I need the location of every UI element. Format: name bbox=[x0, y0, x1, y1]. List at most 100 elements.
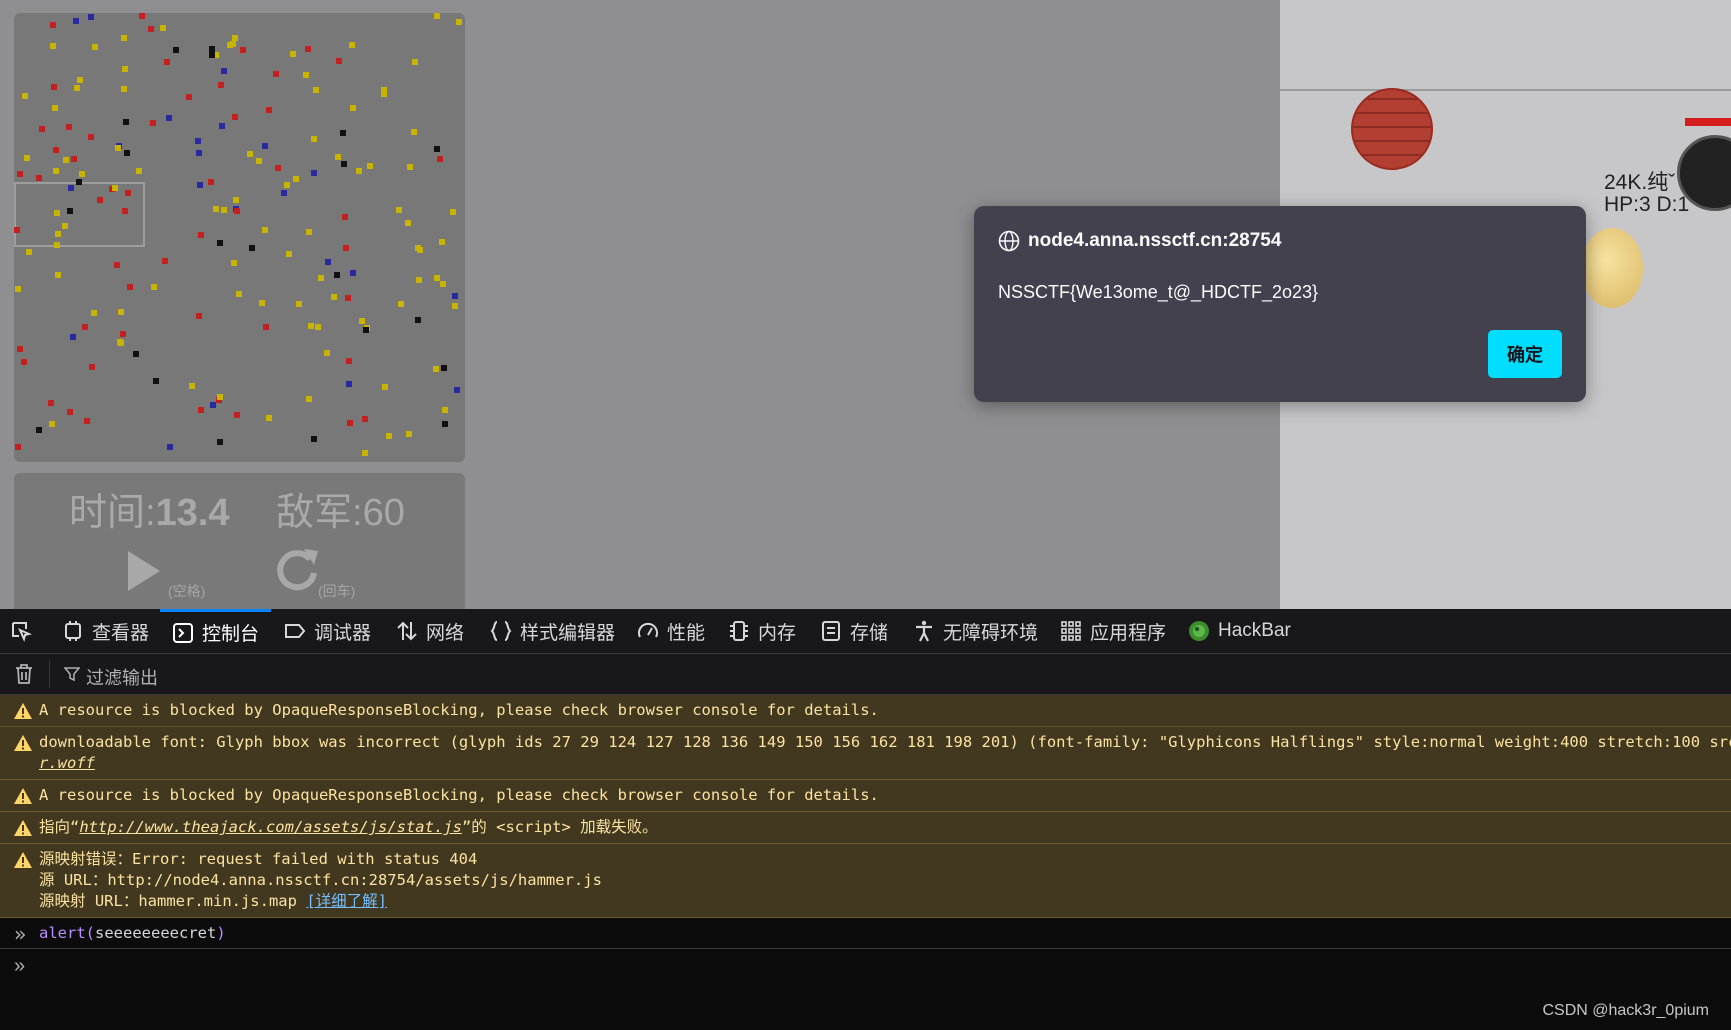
learn-more-link[interactable]: [详细了解] bbox=[306, 892, 387, 910]
minimap-dot bbox=[386, 433, 392, 439]
performance-icon bbox=[638, 622, 658, 638]
minimap-dot bbox=[84, 418, 90, 424]
minimap-dot bbox=[89, 364, 95, 370]
minimap-dot bbox=[417, 247, 423, 253]
ok-button[interactable]: 确定 bbox=[1488, 330, 1562, 378]
minimap-dot bbox=[266, 107, 272, 113]
console-prompt[interactable]: » bbox=[0, 949, 1731, 989]
minimap-dot bbox=[275, 165, 281, 171]
source-link[interactable]: r.woff bbox=[39, 754, 95, 772]
warning-text: A resource is blocked by OpaqueResponseB… bbox=[39, 701, 879, 719]
minimap-dot bbox=[349, 42, 355, 48]
minimap-dot bbox=[15, 444, 21, 450]
tab-network[interactable]: 网络 bbox=[396, 609, 464, 653]
play-button[interactable] bbox=[126, 549, 162, 598]
minimap-dot bbox=[217, 394, 223, 400]
minimap-dot bbox=[227, 42, 233, 48]
minimap-dot bbox=[284, 182, 290, 188]
minimap-dot bbox=[26, 249, 32, 255]
picker-icon bbox=[12, 622, 32, 642]
minimap-dot bbox=[15, 286, 21, 292]
minimap-dot bbox=[196, 150, 202, 156]
tab-debugger[interactable]: 调试器 bbox=[284, 609, 371, 653]
minimap-dot bbox=[234, 412, 240, 418]
restart-button[interactable] bbox=[274, 545, 320, 598]
minimap-dot bbox=[433, 366, 439, 372]
clear-console-button[interactable] bbox=[14, 663, 34, 690]
minimap-dot bbox=[325, 259, 331, 265]
dialog-message: NSSCTF{We13ome_t@_HDCTF_2o23} bbox=[998, 282, 1319, 302]
filter-input[interactable]: 过滤输出 bbox=[86, 664, 158, 690]
minimap-dot bbox=[318, 275, 324, 281]
minimap-dot bbox=[79, 171, 85, 177]
tab-application[interactable]: 应用程序 bbox=[1060, 609, 1166, 653]
time-label: 时间: bbox=[69, 492, 156, 534]
tab-storage[interactable]: 存储 bbox=[820, 609, 888, 653]
tab-style-editor-label: 样式编辑器 bbox=[520, 622, 616, 644]
minimap-dot bbox=[231, 260, 237, 266]
minimap-dot bbox=[412, 59, 418, 65]
tab-style-editor[interactable]: 样式编辑器 bbox=[490, 609, 615, 653]
minimap-dot bbox=[336, 58, 342, 64]
minimap-dot bbox=[308, 323, 314, 329]
warning-icon bbox=[14, 735, 32, 751]
minimap-dot bbox=[68, 185, 74, 191]
chevron-right-icon: » bbox=[14, 922, 27, 946]
minimap-dot bbox=[67, 208, 73, 214]
tab-inspector-label: 查看器 bbox=[92, 622, 150, 644]
minimap-dot bbox=[434, 275, 440, 281]
hackbar-icon bbox=[1189, 621, 1209, 641]
minimap-dot bbox=[117, 339, 123, 345]
script-link[interactable]: http://www.theajack.com/assets/js/stat.j… bbox=[79, 818, 462, 836]
minimap-dot bbox=[434, 13, 440, 19]
minimap-dot bbox=[311, 136, 317, 142]
minimap-dot bbox=[164, 59, 170, 65]
field-border bbox=[1280, 89, 1731, 91]
minimap bbox=[14, 13, 465, 462]
minimap-dot bbox=[97, 197, 103, 203]
minimap-dot bbox=[439, 239, 445, 245]
minimap-dot bbox=[125, 190, 131, 196]
game-hud: 时间:13.4 敌军:60 (空格) (回车) bbox=[14, 473, 465, 609]
tab-network-label: 网络 bbox=[426, 622, 465, 644]
minimap-dot bbox=[133, 351, 139, 357]
storage-icon bbox=[822, 621, 840, 641]
tab-console[interactable]: 控制台 bbox=[160, 609, 272, 653]
devtools-panel: 查看器 控制台 调试器 网络 样式编辑器 性能 内存 存储 无障碍环境 应用程序… bbox=[0, 609, 1731, 1030]
tab-performance[interactable]: 性能 bbox=[637, 609, 705, 653]
minimap-dot bbox=[442, 421, 448, 427]
input-close: ) bbox=[216, 924, 226, 942]
tab-accessibility[interactable]: 无障碍环境 bbox=[913, 609, 1038, 653]
minimap-dot bbox=[450, 209, 456, 215]
minimap-dot bbox=[367, 163, 373, 169]
minimap-dot bbox=[120, 331, 126, 337]
network-icon bbox=[397, 621, 417, 641]
minimap-dot bbox=[324, 350, 330, 356]
minimap-dot bbox=[345, 295, 351, 301]
console-warning: A resource is blocked by OpaqueResponseB… bbox=[0, 780, 1731, 812]
minimap-dot bbox=[406, 431, 412, 437]
minimap-dot bbox=[217, 240, 223, 246]
minimap-dot bbox=[70, 334, 76, 340]
minimap-dot bbox=[213, 206, 219, 212]
minimap-dot bbox=[262, 227, 268, 233]
warning-icon bbox=[14, 788, 32, 804]
minimap-dot bbox=[452, 293, 458, 299]
player-name: 24K.纯ˇ bbox=[1604, 171, 1676, 194]
minimap-dot bbox=[362, 450, 368, 456]
tab-inspector[interactable]: 查看器 bbox=[62, 609, 149, 653]
minimap-dot bbox=[14, 227, 20, 233]
memory-icon bbox=[730, 621, 748, 641]
element-picker-button[interactable] bbox=[10, 609, 32, 653]
minimap-dot bbox=[306, 396, 312, 402]
tab-hackbar[interactable]: HackBar bbox=[1188, 609, 1291, 653]
console-input-echo: » alert(seeeeeeeecret) bbox=[0, 918, 1731, 949]
minimap-dot bbox=[416, 277, 422, 283]
minimap-dot bbox=[350, 270, 356, 276]
tab-memory[interactable]: 内存 bbox=[728, 609, 796, 653]
minimap-dot bbox=[331, 294, 337, 300]
minimap-dot bbox=[233, 197, 239, 203]
enemy-display: 敌军:60 bbox=[276, 481, 405, 536]
style-editor-icon bbox=[490, 621, 512, 641]
minimap-dot bbox=[305, 46, 311, 52]
